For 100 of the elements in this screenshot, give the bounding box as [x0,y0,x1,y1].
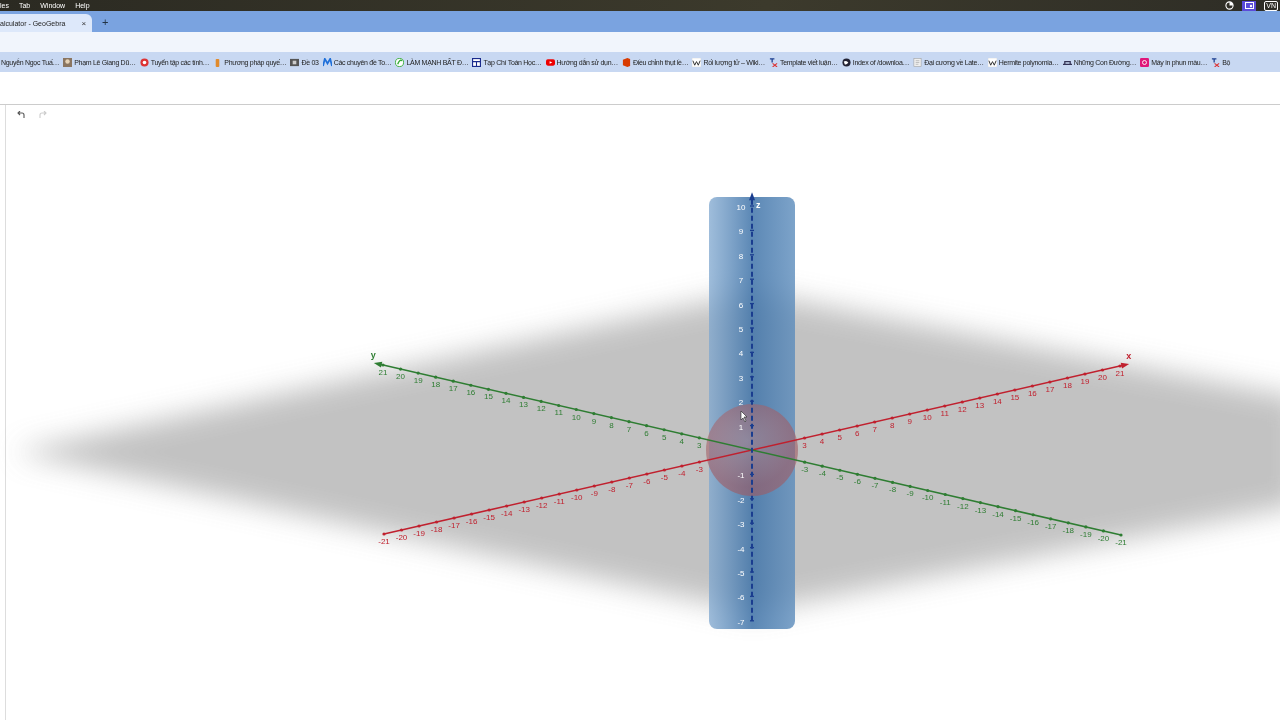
avatar-icon [63,57,73,67]
axis-label: z [756,200,761,211]
screen-icon[interactable] [1242,0,1257,11]
tick-label: 4 [819,437,825,446]
tick-label: -4 [818,469,826,479]
tick-label: 6 [738,300,744,310]
tick-label: -5 [660,473,668,482]
tick-label: 14 [501,396,511,406]
tick-label: 6 [644,428,649,438]
tick-label: -8 [608,485,616,494]
tick-label: 19 [1080,377,1090,386]
tick-label: -2 [737,495,745,505]
tick-label: -20 [1097,533,1110,543]
video-play-icon [545,57,555,67]
tick-label: 12 [957,405,967,414]
tick-label: 21 [1115,369,1125,378]
tick-label: 3 [738,373,744,383]
tick-label: 17 [448,384,458,394]
new-tab-button[interactable]: + [92,15,109,28]
tick-label: -18 [430,525,443,534]
tick-label: -14 [992,509,1004,519]
tick-label: -7 [625,481,633,490]
tick-label: 17 [1045,385,1055,394]
undo-icon[interactable] [16,111,26,119]
tick-label: -16 [1027,517,1039,527]
tick-label: 10 [922,413,932,422]
tick-label: -7 [871,481,879,491]
tick-label: -18 [1062,525,1075,535]
tick-label: -8 [889,485,897,495]
tick-label: 18 [431,380,441,390]
tick-label: -19 [1080,529,1092,539]
tick-label: 1 [738,422,744,432]
tick-label: 10 [571,412,581,422]
tick-label: 20 [396,372,405,382]
page-icon [913,57,923,67]
tick-label: -6 [853,477,861,487]
tick-label: -17 [1044,521,1057,531]
tick-label: 5 [837,433,842,442]
tick-label: 14 [992,397,1002,406]
tick-label: -10 [921,493,934,503]
tick-label: -16 [465,517,478,526]
tick-label: 8 [738,251,744,261]
tick-label: 9 [907,417,912,426]
logo-icon [1211,57,1221,67]
tick-label: -12 [535,501,548,510]
tick-label: 11 [554,408,563,418]
letter-icon [322,57,332,67]
tick-label: -17 [448,521,460,530]
tick-label: 7 [872,425,877,434]
tick-label: 7 [738,276,744,286]
status-icon[interactable] [1225,1,1235,10]
tick-label: -1 [737,471,745,481]
tick-label: -9 [906,489,914,499]
tick-label: 13 [975,401,985,410]
tick-label: 10 [736,203,746,212]
tick-label: -12 [957,501,969,511]
tick-label: -14 [500,509,513,518]
tick-label: 11 [940,409,949,418]
tick-label: -3 [801,465,809,475]
axis-label: y [370,349,376,360]
tick-label: -21 [378,537,390,546]
tick-label: 19 [413,376,423,386]
tick-label: 3 [697,440,702,450]
tick-label: -3 [737,520,745,530]
document-icon [622,57,631,67]
axis-label: x [1126,350,1132,361]
tick-label: -6 [737,593,745,603]
tick-label: 9 [591,416,597,426]
globe-icon [841,57,851,67]
tick-label: 18 [1063,381,1072,390]
leaf-icon [395,57,405,67]
tick-label: 6 [854,429,860,438]
tick-label: 5 [661,432,667,442]
wiki-icon [692,57,702,67]
tick-label: -11 [553,497,565,506]
tick-label: 3 [802,441,807,450]
tick-label: -4 [737,544,745,554]
tick-label: -4 [678,469,686,478]
close-tab-button[interactable]: × [81,18,87,28]
tick-label: 2 [738,398,744,408]
tick-label: -5 [737,569,745,578]
tick-label: -11 [939,497,951,507]
tick-label: 15 [1010,393,1020,402]
tick-label: -21 [1115,538,1127,547]
tick-label: 4 [679,436,684,446]
tick-label: -13 [518,505,530,514]
tick-label: 16 [466,388,476,398]
tick-label: 12 [536,404,546,414]
cursor-icon [740,410,748,423]
tick-label: -7 [737,617,745,627]
tick-label: 16 [1027,389,1037,398]
tick-label: 9 [738,227,744,237]
wiki-icon [987,57,997,67]
circle-icon [139,57,149,67]
tick-label: -13 [974,505,987,515]
tick-label: 7 [626,424,632,434]
tick-label: 20 [1098,373,1107,382]
tick-label: 13 [519,400,528,410]
tick-label: -15 [1009,513,1022,523]
grid-icon [472,57,482,67]
